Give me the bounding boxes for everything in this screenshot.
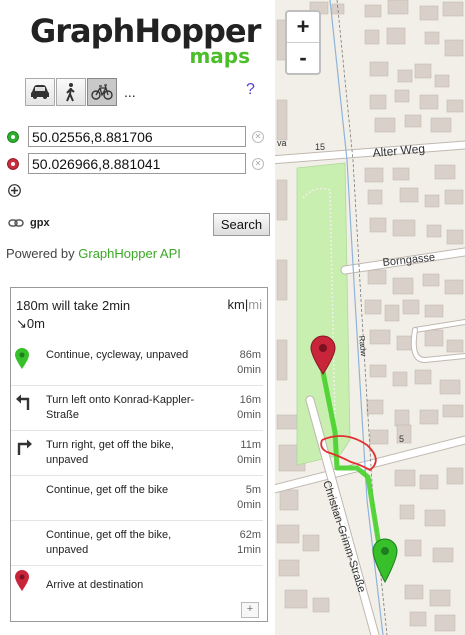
graphhopper-logo[interactable]: GraphHopper maps	[30, 12, 261, 70]
car-icon	[31, 85, 49, 99]
instruction-text: Continue, get off the bike	[46, 484, 169, 496]
instruction-distance: 62m	[239, 529, 261, 541]
instruction-row[interactable]: Continue, get off the bike 5m 0min	[11, 475, 263, 521]
delete-from-button[interactable]: ✕	[252, 130, 264, 143]
instruction-row[interactable]: Continue, get off the bike, unpaved 62m 1m…	[11, 520, 263, 566]
search-button[interactable]: Search	[213, 213, 270, 236]
instruction-distance-time: 62m 1min	[237, 528, 261, 558]
more-vehicles-button[interactable]: ...	[124, 78, 136, 106]
bike-button[interactable]	[87, 78, 117, 106]
gpx-export[interactable]: gpx	[8, 217, 50, 229]
route-instructions-panel: 180m will take 2min ↘0m km|mi Continue, …	[10, 287, 268, 622]
instruction-time: 0min	[237, 499, 261, 511]
instruction-row[interactable]: Turn left onto Konrad-Kappler-Straße 16m 0…	[11, 385, 263, 431]
summary-text: 180m will take 2min	[16, 298, 131, 313]
instruction-distance: 11m	[240, 439, 261, 451]
unit-km[interactable]: km	[228, 297, 245, 312]
instruction-distance-time: 11m 0min	[237, 438, 261, 468]
from-point-row: ✕	[7, 126, 264, 147]
instruction-distance-time: 5m 0min	[237, 483, 261, 513]
label-va: va	[277, 138, 287, 148]
instruction-icon	[15, 528, 35, 552]
red-marker-icon	[7, 157, 19, 170]
ascend-text: ↘0m	[16, 316, 45, 331]
bike-icon	[91, 84, 113, 100]
label-alter-weg: Alter Weg	[372, 141, 425, 160]
zoom-out-button[interactable]: -	[287, 43, 319, 73]
car-button[interactable]	[25, 78, 55, 106]
map-canvas: va 15 Alter Weg Borngasse Radw 5 Christi…	[275, 0, 465, 635]
gpx-label: gpx	[30, 217, 50, 229]
foot-button[interactable]	[56, 78, 86, 106]
instruction-text: Turn right, get off the bike, unpaved	[46, 439, 174, 466]
instruction-text: Turn left onto Konrad-Kappler-Straße	[46, 394, 195, 421]
powered-prefix: Powered by	[6, 246, 79, 261]
instruction-icon	[15, 438, 35, 462]
turn-left-icon	[16, 394, 30, 410]
instruction-text: Arrive at destination	[46, 579, 144, 591]
instruction-row[interactable]: Continue, cycleway, unpaved 86m 0min	[11, 340, 263, 386]
instruction-time: 0min	[237, 409, 261, 421]
expand-button[interactable]: +	[241, 602, 259, 618]
map[interactable]: va 15 Alter Weg Borngasse Radw 5 Christi…	[275, 0, 465, 635]
label-5: 5	[399, 434, 404, 444]
from-input[interactable]	[28, 126, 246, 147]
map-green-marker-icon[interactable]	[372, 538, 398, 584]
red-marker-icon	[15, 570, 29, 591]
instruction-time: 1min	[237, 544, 261, 556]
instruction-row[interactable]: Arrive at destination	[11, 565, 263, 600]
vehicle-selector: ...	[25, 78, 136, 106]
sidebar: GraphHopper maps ... ? 50.02556,8.881706…	[0, 0, 275, 635]
instruction-time: 0min	[237, 454, 261, 466]
link-icon	[8, 219, 24, 227]
instruction-icon	[15, 393, 35, 417]
add-point-icon[interactable]	[8, 184, 21, 197]
to-point-row: ✕	[7, 153, 264, 174]
foot-icon	[66, 83, 75, 102]
graphhopper-api-link[interactable]: GraphHopper API	[78, 246, 181, 261]
park-area	[296, 162, 351, 466]
instruction-time: 0min	[237, 364, 261, 376]
instruction-distance: 5m	[245, 484, 261, 496]
label-15: 15	[315, 142, 325, 152]
instruction-distance-time: 86m 0min	[237, 348, 261, 378]
label-borngasse: Borngasse	[382, 252, 436, 269]
delete-to-button[interactable]: ✕	[252, 157, 264, 170]
instruction-text: Continue, get off the bike, unpaved	[46, 529, 172, 556]
help-button[interactable]: ?	[246, 81, 255, 99]
instruction-text: Continue, cycleway, unpaved	[46, 349, 189, 361]
instruction-icon	[15, 348, 35, 372]
instruction-icon	[15, 570, 35, 594]
instruction-icon	[15, 483, 35, 507]
to-input[interactable]	[28, 153, 246, 174]
route-summary: 180m will take 2min ↘0m	[16, 297, 130, 333]
unit-toggle[interactable]: km|mi	[228, 297, 262, 312]
green-marker-icon	[15, 348, 29, 369]
instruction-distance: 16m	[239, 394, 261, 406]
instruction-distance: 86m	[239, 349, 261, 361]
label-christian-grimm-strasse: Christian-Grimm-Straße	[320, 479, 367, 594]
unit-mi[interactable]: mi	[248, 297, 262, 312]
powered-by: Powered by GraphHopper API	[6, 246, 181, 261]
logo-subtext: maps	[189, 44, 250, 68]
green-marker-icon	[7, 130, 19, 143]
zoom-in-button[interactable]: +	[287, 12, 319, 43]
zoom-control: + -	[285, 10, 321, 75]
instruction-row[interactable]: Turn right, get off the bike, unpaved 11m…	[11, 430, 263, 476]
instruction-distance-time: 16m 0min	[237, 393, 261, 423]
turn-right-icon	[17, 439, 32, 455]
